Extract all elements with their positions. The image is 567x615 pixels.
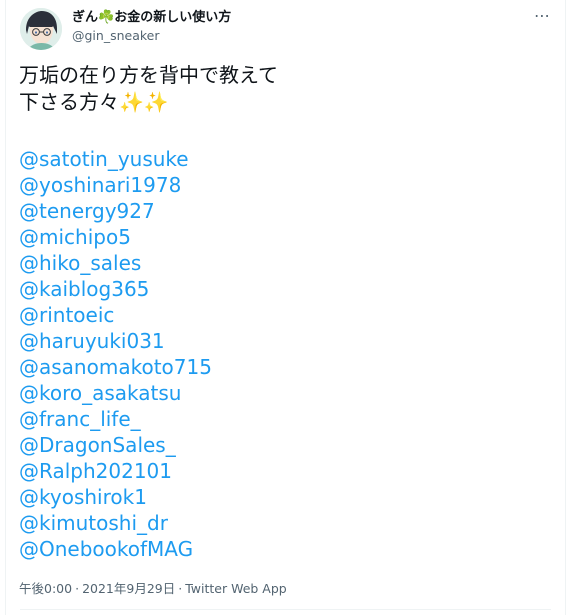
mention-link[interactable]: @DragonSales_: [19, 432, 539, 458]
display-name[interactable]: ぎん☘️お金の新しい使い方: [72, 9, 231, 26]
tweet-date[interactable]: 2021年9月29日: [82, 581, 175, 596]
source-app-link[interactable]: Twitter Web App: [185, 581, 287, 596]
display-name-prefix: ぎん: [72, 10, 99, 25]
tweet-line-2: 下さる方々✨✨: [19, 89, 539, 116]
mention-list: @satotin_yusuke @yoshinari1978 @tenergy9…: [19, 146, 539, 562]
divider: [20, 609, 551, 610]
meta-separator: ·: [178, 581, 183, 596]
mention-link[interactable]: @kimutoshi_dr: [19, 510, 539, 536]
avatar[interactable]: [20, 8, 62, 50]
username[interactable]: @gin_sneaker: [72, 27, 231, 44]
tweet-card: ぎん☘️お金の新しい使い方 @gin_sneaker ⋯ 万垢の在り方を背中で教…: [5, 0, 566, 615]
sparkles-icon: ✨✨: [119, 90, 169, 114]
mention-link[interactable]: @franc_life_: [19, 406, 539, 432]
mention-link[interactable]: @asanomakoto715: [19, 354, 539, 380]
tweet-time[interactable]: 午後0:00: [19, 581, 72, 596]
tweet-line-1: 万垢の在り方を背中で教えて: [19, 63, 278, 87]
tweet-line-2-text: 下さる方々: [19, 90, 119, 114]
mention-link[interactable]: @rintoeic: [19, 302, 539, 328]
mention-link[interactable]: @haruyuki031: [19, 328, 539, 354]
mention-link[interactable]: @yoshinari1978: [19, 172, 539, 198]
tweet-meta: 午後0:00 · 2021年9月29日 · Twitter Web App: [19, 581, 287, 597]
clover-icon: ☘️: [98, 10, 115, 25]
mention-link[interactable]: @satotin_yusuke: [19, 146, 539, 172]
mention-link[interactable]: @Ralph202101: [19, 458, 539, 484]
meta-separator: ·: [75, 581, 80, 596]
mention-link[interactable]: @kyoshirok1: [19, 484, 539, 510]
mention-link[interactable]: @OnebookofMAG: [19, 536, 539, 562]
mention-link[interactable]: @michipo5: [19, 224, 539, 250]
mention-link[interactable]: @koro_asakatsu: [19, 380, 539, 406]
mention-link[interactable]: @kaiblog365: [19, 276, 539, 302]
tweet-header: ぎん☘️お金の新しい使い方 @gin_sneaker: [20, 8, 231, 50]
avatar-illustration-icon: [20, 8, 62, 50]
display-name-suffix: お金の新しい使い方: [114, 10, 232, 25]
mention-link[interactable]: @tenergy927: [19, 198, 539, 224]
mention-link[interactable]: @hiko_sales: [19, 250, 539, 276]
author-names: ぎん☘️お金の新しい使い方 @gin_sneaker: [72, 9, 231, 44]
more-options-icon[interactable]: ⋯: [531, 8, 553, 24]
tweet-text: 万垢の在り方を背中で教えて 下さる方々✨✨: [19, 62, 539, 116]
